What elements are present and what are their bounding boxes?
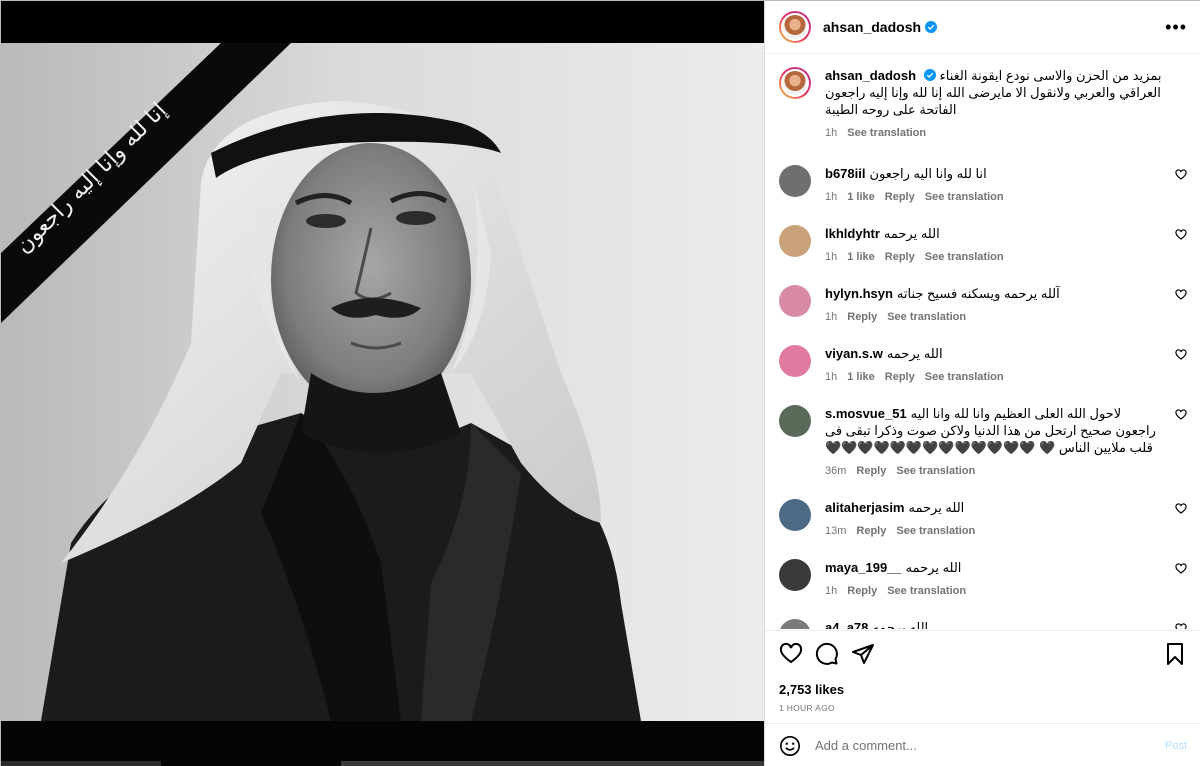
comment-avatar[interactable] — [779, 225, 811, 257]
post-side-panel: ahsan_dadosh ••• ahsan_dadosh بمزيد من ا… — [764, 1, 1200, 766]
media-bottom-bar — [1, 721, 764, 766]
comment-username[interactable]: alitaherjasim — [825, 500, 905, 515]
caption-username[interactable]: ahsan_dadosh — [825, 68, 916, 83]
comment-see-translation[interactable]: See translation — [925, 371, 1004, 383]
comment-like-count[interactable]: 1 like — [847, 371, 875, 383]
comments-list[interactable]: ahsan_dadosh بمزيد من الحزن والاسى نودع … — [765, 55, 1200, 629]
author-avatar[interactable] — [779, 11, 811, 43]
heart-icon[interactable] — [779, 642, 803, 666]
comment-see-translation[interactable]: See translation — [896, 525, 975, 537]
comment-reply-button[interactable]: Reply — [856, 465, 886, 477]
share-icon[interactable] — [851, 642, 875, 666]
comment-username[interactable]: s.mosvue_51 — [825, 406, 907, 421]
comment-reply-button[interactable]: Reply — [847, 311, 877, 323]
comment-item: b678iil انا لله وانا اليه راجعون 1h 1 like R… — [765, 165, 1200, 203]
comment-username[interactable]: hylyn.hsyn — [825, 286, 893, 301]
memorial-photo[interactable]: إنا لله وإنا إليه راجعون — [1, 43, 764, 721]
instagram-post-window: إنا لله وإنا إليه راجعون ahsan_dadosh ••… — [0, 0, 1200, 766]
comment-see-translation[interactable]: See translation — [887, 585, 966, 597]
comment-reply-button[interactable]: Reply — [885, 191, 915, 203]
post-header: ahsan_dadosh ••• — [765, 1, 1200, 54]
comment-like-count[interactable]: 1 like — [847, 251, 875, 263]
comment-time: 36m — [825, 465, 847, 477]
comment-like-heart-icon[interactable] — [1175, 409, 1187, 421]
comment-like-heart-icon[interactable] — [1175, 563, 1187, 575]
add-comment-input[interactable] — [815, 738, 1165, 753]
comment-item: alitaherjasim الله يرحمه 13m Reply See trans… — [765, 499, 1200, 537]
comment-like-heart-icon[interactable] — [1175, 623, 1187, 629]
comment-reply-button[interactable]: Reply — [885, 251, 915, 263]
comment-reply-button[interactable]: Reply — [847, 585, 877, 597]
comment-avatar[interactable] — [779, 345, 811, 377]
post-media: إنا لله وإنا إليه راجعون — [1, 1, 764, 766]
comment-item: a4_a78الله يرحمه1hReplySee translation — [765, 619, 1200, 629]
author-username[interactable]: ahsan_dadosh — [823, 19, 921, 35]
caption-avatar[interactable] — [779, 67, 811, 99]
comment-username[interactable]: a4_a78 — [825, 620, 868, 629]
comment-username[interactable]: b678iil — [825, 166, 865, 181]
add-comment-bar: Post — [765, 723, 1200, 766]
comment-text: الله يرحمه — [872, 620, 929, 629]
comment-like-heart-icon[interactable] — [1175, 169, 1187, 181]
comment-like-heart-icon[interactable] — [1175, 229, 1187, 241]
comment-like-heart-icon[interactable] — [1175, 503, 1187, 515]
comment-see-translation[interactable]: See translation — [896, 465, 975, 477]
comment-like-heart-icon[interactable] — [1175, 289, 1187, 301]
comment-text: آلله يرحمه ويسكنه فسيح جناته — [896, 286, 1060, 301]
emoji-icon[interactable] — [779, 735, 801, 757]
comment-username[interactable]: maya_199__ — [825, 560, 902, 575]
comment-text: الله يرحمه — [908, 500, 965, 515]
comment-username[interactable]: lkhldyhtr — [825, 226, 880, 241]
comment-text: انا لله وانا اليه راجعون — [869, 166, 987, 181]
bookmark-icon[interactable] — [1163, 642, 1187, 666]
verified-icon — [925, 21, 938, 33]
comment-username[interactable]: viyan.s.w — [825, 346, 883, 361]
comment-time: 1h — [825, 371, 838, 383]
comment-see-translation[interactable]: See translation — [887, 311, 966, 323]
comment-time: 1h — [825, 251, 838, 263]
verified-icon — [924, 69, 937, 81]
comment-avatar[interactable] — [779, 405, 811, 437]
comment-item: viyan.s.w الله يرحمه 1h 1 like Reply See tran… — [765, 345, 1200, 383]
comment-item: hylyn.hsyn آلله يرحمه ويسكنه فسيح جناته 1h… — [765, 285, 1200, 323]
caption: ahsan_dadosh بمزيد من الحزن والاسى نودع … — [765, 67, 1200, 139]
post-comment-button[interactable]: Post — [1165, 740, 1187, 752]
comment-text: الله يرحمه — [886, 346, 943, 361]
comment-avatar[interactable] — [779, 285, 811, 317]
comment-avatar[interactable] — [779, 165, 811, 197]
comment-text: الله يرحمه — [883, 226, 940, 241]
comment-avatar[interactable] — [779, 499, 811, 531]
comment-see-translation[interactable]: See translation — [925, 251, 1004, 263]
comment-like-heart-icon[interactable] — [1175, 349, 1187, 361]
comment-item: s.mosvue_51 لاحول الله العلى العظيم وانا … — [765, 405, 1200, 477]
comment-reply-button[interactable]: Reply — [856, 525, 886, 537]
comment-time: 13m — [825, 525, 847, 537]
more-options-icon[interactable]: ••• — [1165, 18, 1187, 36]
comment-item: lkhldyhtr الله يرحمه 1h 1 like Reply See tran… — [765, 225, 1200, 263]
comment-item: maya_199__ الله يرحمه 1h Reply See translati… — [765, 559, 1200, 597]
comment-like-count[interactable]: 1 like — [847, 191, 875, 203]
post-timestamp: 1 HOUR AGO — [779, 703, 835, 713]
comment-icon[interactable] — [815, 642, 839, 666]
comment-see-translation[interactable]: See translation — [925, 191, 1004, 203]
comment-text: الله يرحمه — [905, 560, 962, 575]
caption-time: 1h — [825, 127, 838, 139]
comment-avatar[interactable] — [779, 619, 811, 629]
comment-time: 1h — [825, 311, 838, 323]
likes-count[interactable]: 2,753 likes — [779, 682, 1187, 697]
comment-time: 1h — [825, 191, 838, 203]
caption-see-translation[interactable]: See translation — [847, 127, 926, 139]
comment-time: 1h — [825, 585, 838, 597]
comment-reply-button[interactable]: Reply — [885, 371, 915, 383]
comment-avatar[interactable] — [779, 559, 811, 591]
post-actions: 2,753 likes 1 HOUR AGO — [765, 630, 1200, 713]
